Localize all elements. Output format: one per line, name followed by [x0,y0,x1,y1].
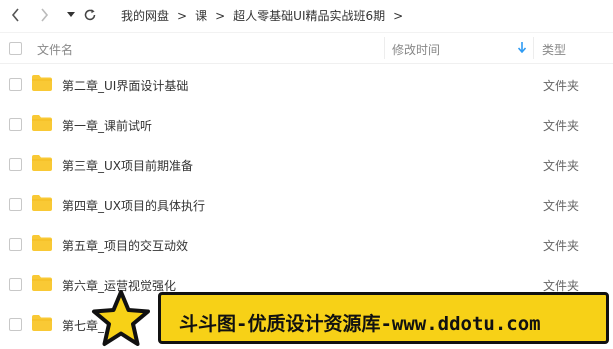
file-list-row[interactable]: 第四章_UX项目的具体执行 文件夹 [0,184,613,224]
file-list-row[interactable]: 第五章_项目的交互动效 文件夹 [0,224,613,264]
breadcrumb-item-course[interactable]: 课 [195,7,207,24]
breadcrumb-item-my-drive[interactable]: 我的网盘 [121,7,169,24]
file-list-header: 文件名 修改时间 类型 [0,32,613,64]
folder-icon [32,275,52,291]
column-header-type[interactable]: 类型 [542,41,566,58]
row-checkbox[interactable] [9,118,22,131]
row-checkbox[interactable] [9,78,22,91]
breadcrumb-separator: > [215,8,226,23]
file-name[interactable]: 第五章_项目的交互动效 [62,237,188,254]
file-type: 文件夹 [543,119,580,133]
refresh-button[interactable] [81,6,99,24]
folder-icon [32,75,52,91]
breadcrumb: 我的网盘 > 课 > 超人零基础UI精品实战班6期 > [121,7,411,24]
row-checkbox[interactable] [9,238,22,251]
file-type: 文件夹 [543,199,580,213]
file-type: 文件夹 [543,159,580,173]
row-checkbox[interactable] [9,278,22,291]
file-name[interactable]: 第一章_课前试听 [62,117,152,134]
caret-down-icon [67,12,75,17]
folder-icon [32,115,52,131]
column-divider[interactable] [533,37,534,59]
breadcrumb-separator: > [393,8,404,23]
column-header-modified-time[interactable]: 修改时间 [392,41,440,58]
forward-button[interactable] [35,6,53,24]
file-name[interactable]: 第二章_UI界面设计基础 [62,77,188,94]
chevron-right-icon [41,8,49,22]
row-checkbox[interactable] [9,318,22,331]
select-all-checkbox[interactable] [9,42,22,55]
sort-descending-icon[interactable] [517,42,527,56]
breadcrumb-item-current-folder[interactable]: 超人零基础UI精品实战班6期 [233,7,385,24]
file-type: 文件夹 [543,79,580,93]
file-type: 文件夹 [543,239,580,253]
back-button[interactable] [7,6,25,24]
folder-icon [32,235,52,251]
column-divider[interactable] [384,37,385,59]
row-checkbox[interactable] [9,158,22,171]
history-dropdown-button[interactable] [62,6,80,24]
file-name[interactable]: 第四章_UX项目的具体执行 [62,197,205,214]
folder-icon [32,315,52,331]
file-name[interactable]: 第三章_UX项目前期准备 [62,157,193,174]
row-checkbox[interactable] [9,198,22,211]
top-nav-bar: 我的网盘 > 课 > 超人零基础UI精品实战班6期 > [0,0,613,30]
chevron-left-icon [11,8,19,22]
file-list-row[interactable]: 第二章_UI界面设计基础 文件夹 [0,64,613,104]
folder-icon [32,195,52,211]
breadcrumb-separator: > [177,8,188,23]
watermark-banner: 斗斗图-优质设计资源库-www.ddotu.com [158,292,609,344]
watermark-text: 斗斗图-优质设计资源库-www.ddotu.com [179,313,541,335]
star-icon [92,290,150,346]
folder-icon [32,155,52,171]
file-list-row[interactable]: 第一章_课前试听 文件夹 [0,104,613,144]
column-header-name[interactable]: 文件名 [37,41,73,58]
refresh-icon [84,9,96,21]
file-list-row[interactable]: 第三章_UX项目前期准备 文件夹 [0,144,613,184]
